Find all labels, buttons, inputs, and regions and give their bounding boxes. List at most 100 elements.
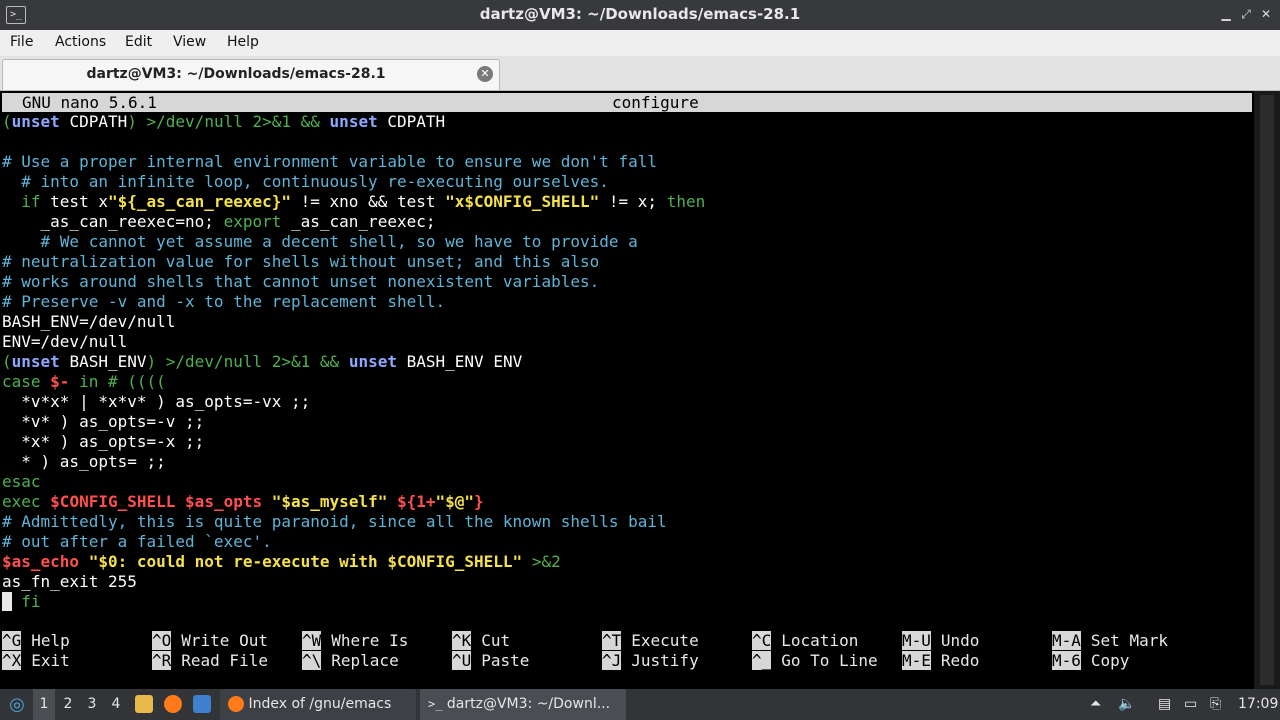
workspace-3[interactable]: 3	[81, 689, 103, 720]
shortcut-label: Redo	[940, 651, 980, 670]
code-line[interactable]: if test x"${_as_can_reexec}" != xno && t…	[2, 192, 1252, 212]
tab-bar: dartz@VM3: ~/Downloads/emacs-28.1 ✕	[0, 56, 1280, 91]
code-line[interactable]: exec $CONFIG_SHELL $as_opts "$as_myself"…	[2, 492, 1252, 512]
code-token: $as_echo	[2, 552, 80, 571]
code-line[interactable]: # works around shells that cannot unset …	[2, 272, 1252, 292]
shortcut-help[interactable]: ^G Help	[2, 631, 70, 651]
code-line[interactable]: * ) as_opts= ;;	[2, 452, 1252, 472]
code-token: ) >/dev/null 2>&1 &&	[127, 112, 330, 131]
code-token: != xno && test	[291, 192, 446, 211]
code-token: unset	[11, 352, 60, 371]
code-line[interactable]: case $- in # ((((	[2, 372, 1252, 392]
terminal-tab[interactable]: dartz@VM3: ~/Downloads/emacs-28.1 ✕	[2, 59, 500, 90]
shortcut-key: ^G	[2, 631, 22, 650]
shortcut-set-mark[interactable]: M-A Set Mark	[1052, 631, 1168, 651]
code-line[interactable]: BASH_ENV=/dev/null	[2, 312, 1252, 332]
shortcut-key: ^T	[602, 631, 622, 650]
code-line[interactable]: # Admittedly, this is quite paranoid, si…	[2, 512, 1252, 532]
menu-help[interactable]: Help	[227, 34, 259, 50]
code-editor[interactable]: (unset CDPATH) >/dev/null 2>&1 && unset …	[2, 112, 1252, 612]
shortcut-key: ^R	[152, 651, 172, 670]
code-line[interactable]: # into an infinite loop, continuously re…	[2, 172, 1252, 192]
code-token: # Use a proper internal environment vari…	[2, 152, 658, 171]
code-line[interactable]: # We cannot yet assume a decent shell, s…	[2, 232, 1252, 252]
shortcut-label: Copy	[1090, 651, 1130, 670]
code-line[interactable]: # out after a failed `exec'.	[2, 532, 1252, 552]
code-line[interactable]: (unset BASH_ENV) >/dev/null 2>&1 && unse…	[2, 352, 1252, 372]
code-token: "$as_myself"	[271, 492, 388, 511]
terminal-area[interactable]: GNU nano 5.6.1 configure (unset CDPATH) …	[0, 91, 1280, 689]
code-token: $CONFIG_SHELL	[50, 492, 176, 511]
code-token: *x* ) as_opts=-x ;;	[2, 432, 205, 451]
tray-up-arrow-icon[interactable]: ⏶	[1090, 689, 1106, 720]
shortcut-exit[interactable]: ^X Exit	[2, 651, 70, 671]
firefox-icon[interactable]	[164, 689, 182, 720]
code-line[interactable]: esac	[2, 472, 1252, 492]
shortcut-location[interactable]: ^C Location	[752, 631, 858, 651]
code-line[interactable]: (unset CDPATH) >/dev/null 2>&1 && unset …	[2, 112, 1252, 132]
shortcut-key: M-E	[902, 651, 931, 670]
shortcut-justify[interactable]: ^J Justify	[602, 651, 699, 671]
workspace-4[interactable]: 4	[105, 689, 127, 720]
shortcut-execute[interactable]: ^T Execute	[602, 631, 699, 651]
shortcut-label: Go To Line	[781, 651, 878, 670]
code-line[interactable]: _as_can_reexec=no; export _as_can_reexec…	[2, 212, 1252, 232]
shortcut-label: Replace	[331, 651, 399, 670]
network-status-icon[interactable]: ⎘	[1210, 689, 1228, 720]
shortcut-paste[interactable]: ^U Paste	[452, 651, 529, 671]
shortcut-undo[interactable]: M-U Undo	[902, 631, 979, 651]
desktop-icon[interactable]	[193, 689, 211, 720]
code-line[interactable]: *x* ) as_opts=-x ;;	[2, 432, 1252, 452]
menu-view[interactable]: View	[173, 34, 206, 50]
code-line[interactable]: *v* ) as_opts=-v ;;	[2, 412, 1252, 432]
clipboard-icon[interactable]: ▤	[1158, 689, 1176, 720]
network-icon[interactable]: ▭	[1184, 689, 1202, 720]
minimize-icon[interactable]: ▁	[1218, 6, 1234, 22]
shortcut-copy[interactable]: M-6 Copy	[1052, 651, 1129, 671]
shortcut-label: Help	[31, 631, 70, 650]
shortcut-write-out[interactable]: ^O Write Out	[152, 631, 268, 651]
code-line[interactable]	[2, 132, 1252, 152]
scrollbar-thumb[interactable]	[1260, 95, 1274, 685]
shortcut-cut[interactable]: ^K Cut	[452, 631, 510, 651]
code-line[interactable]: fi	[2, 592, 1252, 612]
shortcut-go-to-line[interactable]: ^_ Go To Line	[752, 651, 878, 671]
code-line[interactable]: # neutralization value for shells withou…	[2, 252, 1252, 272]
shortcut-replace[interactable]: ^\ Replace	[302, 651, 399, 671]
code-token: BASH_ENV	[59, 352, 147, 371]
code-token: # Preserve -v and -x to the replacement …	[2, 292, 446, 311]
clock: 17:09	[1238, 696, 1279, 712]
shortcut-label: Read File	[181, 651, 268, 670]
task-terminal[interactable]: >_ dartz@VM3: ~/Downl...	[420, 689, 626, 720]
code-line[interactable]: ENV=/dev/null	[2, 332, 1252, 352]
code-line[interactable]: *v*x* | *x*v* ) as_opts=-vx ;;	[2, 392, 1252, 412]
scrollbar[interactable]	[1254, 91, 1280, 689]
maximize-icon[interactable]: ⤢	[1238, 6, 1254, 22]
menu-actions[interactable]: Actions	[55, 34, 106, 50]
menu-edit[interactable]: Edit	[125, 34, 152, 50]
code-line[interactable]: # Preserve -v and -x to the replacement …	[2, 292, 1252, 312]
tab-close-icon[interactable]: ✕	[477, 66, 493, 82]
shortcut-where-is[interactable]: ^W Where Is	[302, 631, 408, 651]
workspace-1[interactable]: 1	[33, 689, 55, 720]
workspace-2[interactable]: 2	[57, 689, 79, 720]
task-firefox[interactable]: Index of /gnu/emacs ...	[220, 689, 416, 720]
shortcut-label: Execute	[631, 631, 699, 650]
volume-icon[interactable]: 🔈	[1118, 689, 1136, 720]
code-token: # Admittedly, this is quite paranoid, si…	[2, 512, 667, 531]
task-firefox-label: Index of /gnu/emacs ...	[248, 696, 392, 712]
code-token: # ((((	[98, 372, 166, 391]
nano-filename: configure	[612, 93, 699, 112]
close-icon[interactable]: ✕	[1258, 6, 1274, 22]
menu-file[interactable]: File	[10, 34, 33, 50]
code-line[interactable]: $as_echo "$0: could not re-execute with …	[2, 552, 1252, 572]
shortcut-redo[interactable]: M-E Redo	[902, 651, 979, 671]
shortcut-read-file[interactable]: ^R Read File	[152, 651, 268, 671]
code-line[interactable]: # Use a proper internal environment vari…	[2, 152, 1252, 172]
code-line[interactable]: as_fn_exit 255	[2, 572, 1252, 592]
code-token: CDPATH	[377, 112, 446, 131]
start-menu-icon[interactable]: ◎	[4, 689, 30, 720]
file-manager-icon[interactable]	[135, 689, 153, 720]
